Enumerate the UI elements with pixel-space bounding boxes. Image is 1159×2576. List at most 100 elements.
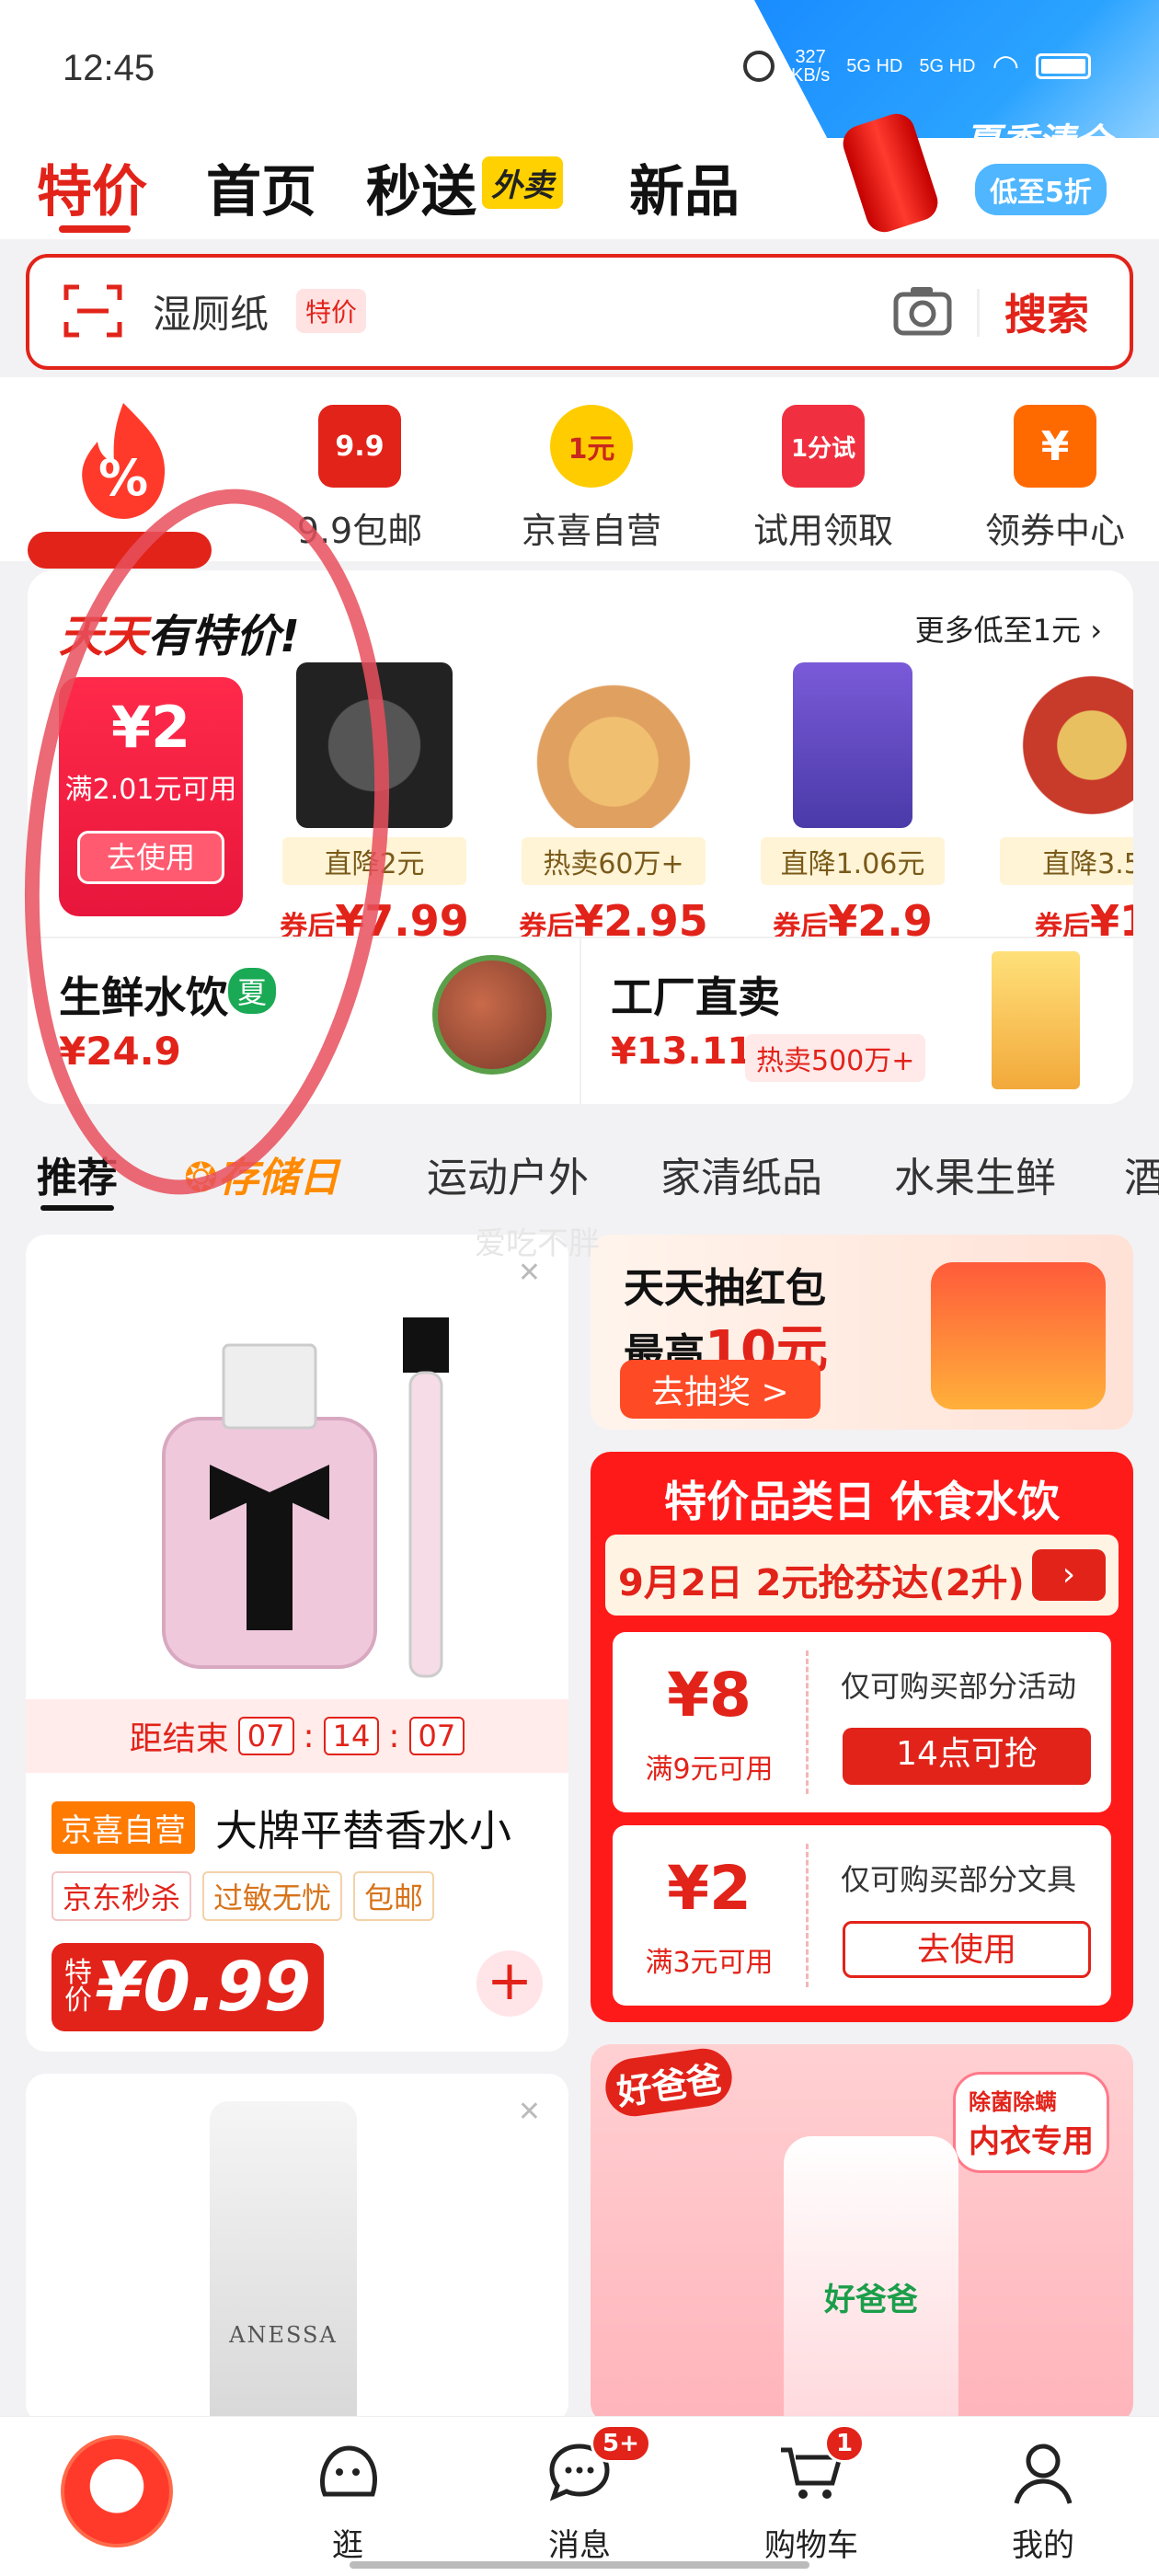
divider (580, 938, 581, 1104)
use-voucher-button[interactable]: 去使用 (843, 1921, 1091, 1978)
red-packet-title: 天天抽红包 (624, 1265, 826, 1312)
status-icons: 327 KB/s 5G HD 5G HD ◠ (743, 48, 1092, 85)
trial-bag-icon: 1分试 (782, 405, 865, 488)
tag-free-shipping: 包邮 (353, 1871, 435, 1921)
clock: 12:45 (63, 48, 155, 88)
nav-mine[interactable]: 我的 (927, 2417, 1159, 2576)
coupon-amount: ¥2 (110, 694, 191, 761)
product-title[interactable]: 大牌平替香水小 (215, 1798, 511, 1858)
coupon-condition: 满2.01元可用 (64, 774, 237, 806)
perfume-image (162, 1317, 449, 1678)
signal-sim1-label: 5G HD (846, 55, 903, 76)
search-button[interactable]: 搜索 (1004, 282, 1089, 342)
countdown-hours: 07 (237, 1717, 294, 1755)
coupon-ticket-icon: ¥ (1014, 405, 1096, 488)
wifi-icon: ◠ (992, 49, 1020, 84)
category-row: % 9.9 9.9包邮 1元 京喜自营 1分试 试用领取 ¥ 领券中心 (0, 377, 1159, 569)
category-coupon-center[interactable]: ¥ 领券中心 (949, 405, 1159, 553)
alarm-icon (743, 51, 775, 82)
detergent-bottle-image: 好爸爸 (784, 2136, 958, 2423)
self-run-badge: 京喜自营 (52, 1801, 195, 1854)
product-price-tag: 特价 ¥0.99 (52, 1943, 325, 2031)
feed-tab-fruit[interactable]: 水果生鲜 (894, 1144, 1056, 1203)
detergent-ad-card[interactable]: 好爸爸 除菌除螨 内衣专用 好爸爸 (591, 2044, 1133, 2423)
deal-item[interactable]: 直降1.06元 券后¥2.9 (751, 662, 955, 946)
countdown-minutes: 14 (323, 1717, 380, 1755)
voucher-card[interactable]: ¥2 满3元可用 仅可购买部分文具 去使用 (613, 1825, 1111, 2006)
lychee-image[interactable] (432, 955, 552, 1075)
add-to-cart-button[interactable]: + (476, 1950, 543, 2017)
search-bar[interactable]: 湿厕纸 特价 搜索 (26, 254, 1133, 370)
fresh-drinks-title[interactable]: 生鲜水饮 (59, 964, 228, 1025)
factory-hot-tag: 热卖500万+ (745, 1034, 926, 1082)
browse-icon (320, 2445, 377, 2497)
lottery-button[interactable]: 去抽奖 > (620, 1360, 820, 1419)
tab-flash-delivery[interactable]: 秒送 (366, 147, 476, 227)
grab-at-14-button[interactable]: 14点可抢 (843, 1728, 1091, 1785)
feed-tab-sports[interactable]: 运动户外 (427, 1144, 589, 1203)
feed-tab-cleaning[interactable]: 家清纸品 (660, 1144, 822, 1203)
product-card[interactable]: ✕ ANESSA (26, 2074, 568, 2423)
more-deals-link[interactable]: 更多低至1元 › (915, 607, 1102, 650)
voucher-card[interactable]: ¥8 满9元可用 仅可购买部分活动 14点可抢 (613, 1632, 1111, 1812)
pan-image (296, 662, 453, 828)
sunscreen-tube-image: ANESSA (210, 2101, 357, 2423)
category-trial[interactable]: 1分试 试用领取 (717, 405, 929, 553)
fresh-price: ¥24.9 (59, 1029, 181, 1074)
coupon-use-button[interactable]: 去使用 (77, 831, 224, 884)
search-tag: 特价 (296, 289, 367, 333)
tab-special-price[interactable]: 特价 (37, 147, 147, 227)
brand-text: ANESSA (229, 2322, 338, 2348)
messages-badge: 5+ (591, 2424, 651, 2463)
factory-price: ¥13.11 (611, 1030, 753, 1073)
product-card[interactable]: ✕ 距结束 07: 14: 07 京喜自营 大牌平替香水小 京东秒杀 过敏无忧 … (26, 1235, 568, 2052)
deals-sub-row: 生鲜水饮 夏 ¥24.9 工厂直卖 ¥13.11 热卖500万+ (28, 937, 1133, 1104)
watermark-text: 爱吃不胖 (475, 1225, 600, 1262)
brand-logo: 好爸爸 (602, 2044, 736, 2121)
deal-item[interactable]: 直降2元 券后¥7.99 (272, 662, 476, 946)
camera-icon[interactable] (892, 283, 953, 339)
nav-browse[interactable]: 逛 (232, 2417, 464, 2576)
category-day-card: 特价品类日 休食水饮 9月2日 2元抢芬达(2升) › ¥8 满9元可用 仅可购… (591, 1452, 1133, 2022)
red-envelope-image (931, 1262, 1106, 1409)
daily-deals-title: 天天有特价! (59, 611, 300, 662)
home-indicator (350, 2561, 809, 2569)
nav-cart[interactable]: 购物车 1 (695, 2417, 927, 2576)
battery-icon (1036, 53, 1092, 79)
feed-tab-more[interactable]: 酒 (1124, 1144, 1159, 1203)
product-tags: 京东秒杀 过敏无忧 包邮 (52, 1871, 435, 1921)
factory-direct-title[interactable]: 工厂直卖 (611, 964, 780, 1025)
svg-text:%: % (98, 449, 148, 507)
home-mascot-icon (61, 2435, 173, 2547)
feed-tab-save-day[interactable]: ❂存储日 (184, 1144, 339, 1203)
red-packet-lottery-card[interactable]: 天天抽红包 最高10元 去抽奖 > (591, 1235, 1133, 1430)
category-jingxi-self-run[interactable]: 1元 京喜自营 (486, 405, 697, 553)
feed-tab-bar: 推荐 ❂存储日 运动户外 家清纸品 水果生鲜 酒 (0, 1122, 1159, 1224)
promo-subtitle[interactable]: 低至5折 (975, 164, 1107, 215)
close-icon[interactable]: ✕ (518, 2096, 541, 2128)
tab-new-products[interactable]: 新品 (629, 147, 740, 227)
scan-icon[interactable] (63, 282, 123, 340)
category-9-9-free-shipping[interactable]: 9.9 9.9包邮 (254, 405, 465, 553)
deal-item[interactable]: 热卖60万+ 券后¥2.95 (511, 662, 716, 946)
nav-messages[interactable]: 消息 5+ (464, 2417, 695, 2576)
daily-deals-card: 天天有特价! 更多低至1元 › ¥2 满2.01元可用 去使用 直降2元 券后¥… (28, 570, 1133, 1104)
user-icon (1014, 2444, 1073, 2504)
countdown-bar: 距结束 07: 14: 07 (26, 1699, 568, 1773)
search-input[interactable]: 湿厕纸 (153, 283, 269, 339)
coupon-card[interactable]: ¥2 满2.01元可用 去使用 (59, 677, 243, 916)
tab-home[interactable]: 首页 (206, 147, 316, 227)
feed-tab-recommend[interactable]: 推荐 (37, 1144, 118, 1203)
promo-title[interactable]: 夏季清仓 (964, 112, 1111, 166)
category-day-title: 特价品类日 休食水饮 (663, 1477, 1060, 1526)
tissue-pack-image[interactable] (992, 951, 1080, 1089)
nine-nine-icon: 9.9 (318, 405, 401, 488)
chevron-right-icon[interactable]: › (1032, 1549, 1106, 1601)
deal-item[interactable]: 直降3.5 券后¥1 (990, 662, 1133, 946)
bottom-navigation: 逛 消息 5+ 购物车 1 我的 (0, 2416, 1159, 2576)
cart-badge: 1 (824, 2424, 866, 2463)
hot-deal-fire-icon[interactable]: % (22, 394, 224, 569)
search-divider (977, 289, 980, 337)
category-day-banner[interactable]: 9月2日 2元抢芬达(2升) › (605, 1535, 1119, 1616)
nav-home[interactable] (0, 2417, 232, 2576)
